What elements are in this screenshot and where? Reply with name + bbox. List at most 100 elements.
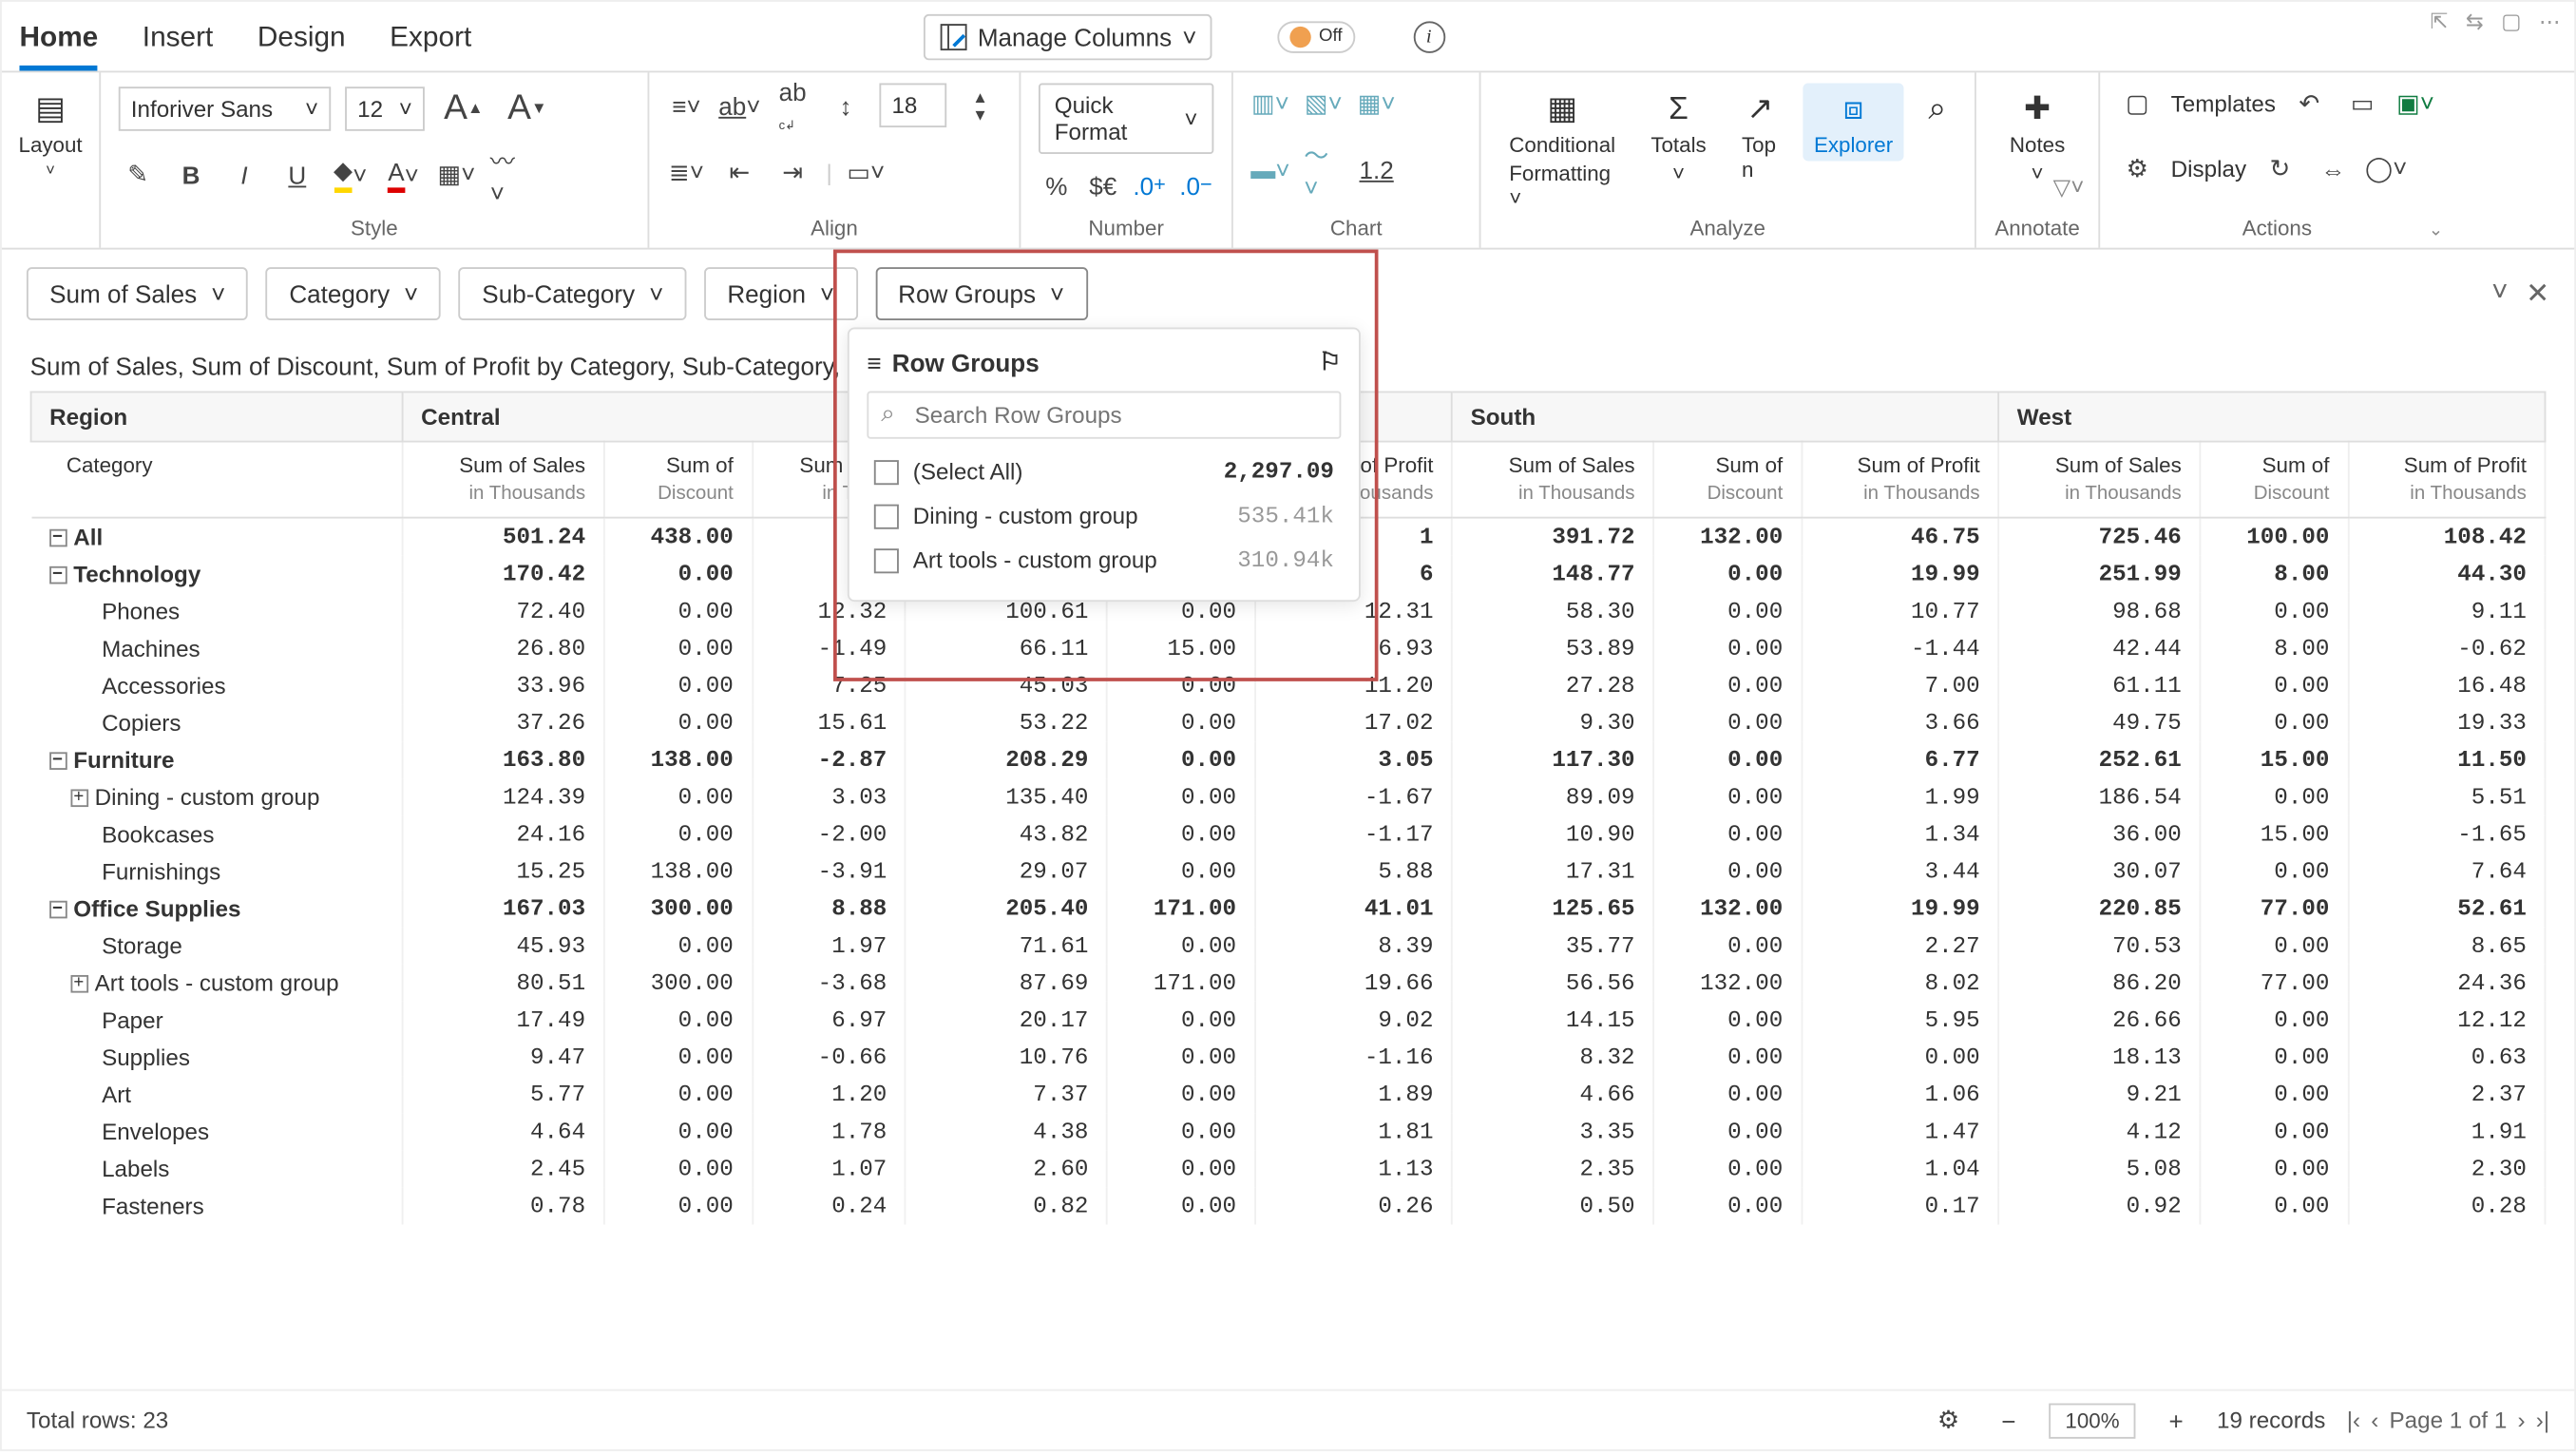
data-cell[interactable]: 0.00 (604, 815, 753, 853)
data-cell[interactable]: 0.00 (2200, 1150, 2348, 1187)
data-cell[interactable]: 5.95 (1802, 1002, 1998, 1039)
data-cell[interactable]: 252.61 (1998, 741, 2200, 778)
percent-icon[interactable]: % (1039, 165, 1075, 204)
table-row[interactable]: Accessories33.960.007.2545.030.0011.2027… (31, 667, 2546, 704)
data-cell[interactable]: 87.69 (906, 965, 1107, 1002)
italic-icon[interactable]: I (224, 155, 263, 194)
data-cell[interactable]: -2.87 (752, 741, 906, 778)
data-cell[interactable]: 0.50 (1452, 1187, 1653, 1224)
checkbox-icon[interactable] (874, 504, 899, 528)
data-cell[interactable]: 1.13 (1255, 1150, 1452, 1187)
data-cell[interactable]: 3.66 (1802, 704, 1998, 741)
data-cell[interactable]: 117.30 (1452, 741, 1653, 778)
data-cell[interactable]: 100.00 (2200, 517, 2348, 555)
increase-font-icon[interactable]: A▲ (439, 84, 488, 133)
toggle-switch[interactable]: Off (1278, 20, 1354, 52)
data-cell[interactable]: 9.47 (403, 1039, 604, 1076)
data-cell[interactable]: 71.61 (906, 927, 1107, 964)
data-cell[interactable]: 9.11 (2348, 593, 2545, 630)
data-cell[interactable]: 26.80 (403, 630, 604, 667)
data-cell[interactable]: 725.46 (1998, 517, 2200, 555)
more-icon[interactable]: ⋯ (2539, 9, 2560, 33)
data-cell[interactable]: 44.30 (2348, 555, 2545, 592)
data-cell[interactable]: 10.76 (906, 1039, 1107, 1076)
decrease-decimal-icon[interactable]: .0− (1178, 165, 1214, 204)
data-cell[interactable]: 220.85 (1998, 890, 2200, 927)
border-icon[interactable]: ▦˅ (437, 155, 476, 194)
data-cell[interactable]: 27.28 (1452, 667, 1653, 704)
waterfall-icon[interactable]: ▧˅ (1304, 84, 1343, 123)
data-cell[interactable]: 0.00 (1107, 667, 1255, 704)
data-cell[interactable]: 41.01 (1255, 890, 1452, 927)
search-button[interactable]: ⌕ (1918, 84, 1956, 133)
data-cell[interactable]: 8.32 (1452, 1039, 1653, 1076)
first-page-icon[interactable]: |‹ (2347, 1407, 2360, 1433)
expand-icon[interactable]: ⇔ (2314, 149, 2353, 188)
rowgroup-option[interactable]: Art tools - custom group310.94k (867, 538, 1341, 583)
data-cell[interactable]: -0.62 (2348, 630, 2545, 667)
curve-icon[interactable]: 〰˅ (490, 155, 529, 194)
data-cell[interactable]: 8.39 (1255, 927, 1452, 964)
data-cell[interactable]: 0.82 (906, 1187, 1107, 1224)
data-cell[interactable]: 11.20 (1255, 667, 1452, 704)
data-cell[interactable]: 20.17 (906, 1002, 1107, 1039)
templates-icon[interactable]: ▢ (2118, 84, 2157, 123)
data-cell[interactable]: 300.00 (604, 965, 753, 1002)
data-cell[interactable]: 0.00 (604, 1076, 753, 1113)
line-height-icon[interactable]: ↕ (827, 86, 866, 125)
currency-icon[interactable]: $€ (1085, 165, 1121, 204)
underline-icon[interactable]: U (277, 155, 316, 194)
data-cell[interactable]: 0.00 (1653, 778, 1802, 815)
table-row[interactable]: Copiers37.260.0015.6153.220.0017.029.300… (31, 704, 2546, 741)
last-page-icon[interactable]: ›| (2536, 1407, 2549, 1433)
data-cell[interactable]: 0.00 (1107, 741, 1255, 778)
data-cell[interactable]: 45.93 (403, 927, 604, 964)
data-cell[interactable]: 8.00 (2200, 630, 2348, 667)
data-cell[interactable]: 0.00 (1653, 555, 1802, 592)
collapse-filter-icon[interactable]: ˅ (2491, 278, 2508, 310)
collapse-icon[interactable]: − (48, 902, 67, 920)
data-cell[interactable]: 0.00 (604, 704, 753, 741)
data-cell[interactable]: 7.37 (906, 1076, 1107, 1113)
column-chart-icon[interactable]: ▬˅ (1250, 149, 1289, 188)
table-row[interactable]: −Furniture163.80138.00-2.87208.290.003.0… (31, 741, 2546, 778)
data-cell[interactable]: 186.54 (1998, 778, 2200, 815)
data-cell[interactable]: 171.00 (1107, 890, 1255, 927)
data-cell[interactable]: 33.96 (403, 667, 604, 704)
data-cell[interactable]: 15.00 (1107, 630, 1255, 667)
data-cell[interactable]: 70.53 (1998, 927, 2200, 964)
rowgroups-search-input[interactable] (867, 392, 1341, 439)
data-cell[interactable]: 26.66 (1998, 1002, 2200, 1039)
data-cell[interactable]: 0.00 (1107, 815, 1255, 853)
data-cell[interactable]: 16.48 (2348, 667, 2545, 704)
data-cell[interactable]: 19.99 (1802, 890, 1998, 927)
layout-button[interactable]: ▤ Layout ˅ (19, 84, 81, 182)
data-cell[interactable]: 7.64 (2348, 853, 2545, 890)
data-cell[interactable]: 80.51 (403, 965, 604, 1002)
info-icon[interactable]: i (1413, 20, 1445, 52)
data-cell[interactable]: 19.99 (1802, 555, 1998, 592)
data-cell[interactable]: 2.27 (1802, 927, 1998, 964)
data-cell[interactable]: 501.24 (403, 517, 604, 555)
data-cell[interactable]: -0.66 (752, 1039, 906, 1076)
maximize-icon[interactable]: ▢ (2501, 9, 2521, 33)
wrap-ab-icon[interactable]: ab˅ (720, 86, 759, 125)
filter-measure[interactable]: Sum of Sales˅ (27, 267, 249, 320)
data-cell[interactable]: 0.00 (604, 630, 753, 667)
data-cell[interactable]: 0.00 (604, 667, 753, 704)
indent-right-icon[interactable]: ⇥ (773, 152, 812, 191)
data-cell[interactable]: 171.00 (1107, 965, 1255, 1002)
display-label[interactable]: Display (2171, 156, 2246, 182)
data-cell[interactable]: 1.89 (1255, 1076, 1452, 1113)
data-cell[interactable]: 138.00 (604, 853, 753, 890)
data-cell[interactable]: 5.51 (2348, 778, 2545, 815)
fit-icon[interactable]: ▭˅ (847, 152, 886, 191)
data-cell[interactable]: -1.16 (1255, 1039, 1452, 1076)
line-spacing-icon[interactable]: 1.2 (1357, 149, 1396, 188)
bar-chart-icon[interactable]: ▥˅ (1250, 84, 1289, 123)
data-cell[interactable]: 0.00 (1653, 1113, 1802, 1150)
data-cell[interactable]: 0.00 (1653, 1002, 1802, 1039)
data-cell[interactable]: 1.97 (752, 927, 906, 964)
table-row[interactable]: Machines26.800.00-1.4966.1115.006.9353.8… (31, 630, 2546, 667)
data-cell[interactable]: 1.04 (1802, 1150, 1998, 1187)
